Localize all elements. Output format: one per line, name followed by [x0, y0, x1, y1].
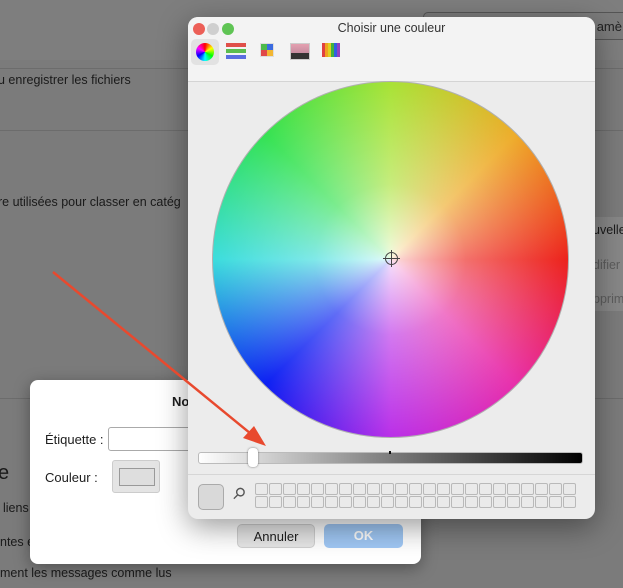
annotation-arrow: [52, 271, 266, 446]
